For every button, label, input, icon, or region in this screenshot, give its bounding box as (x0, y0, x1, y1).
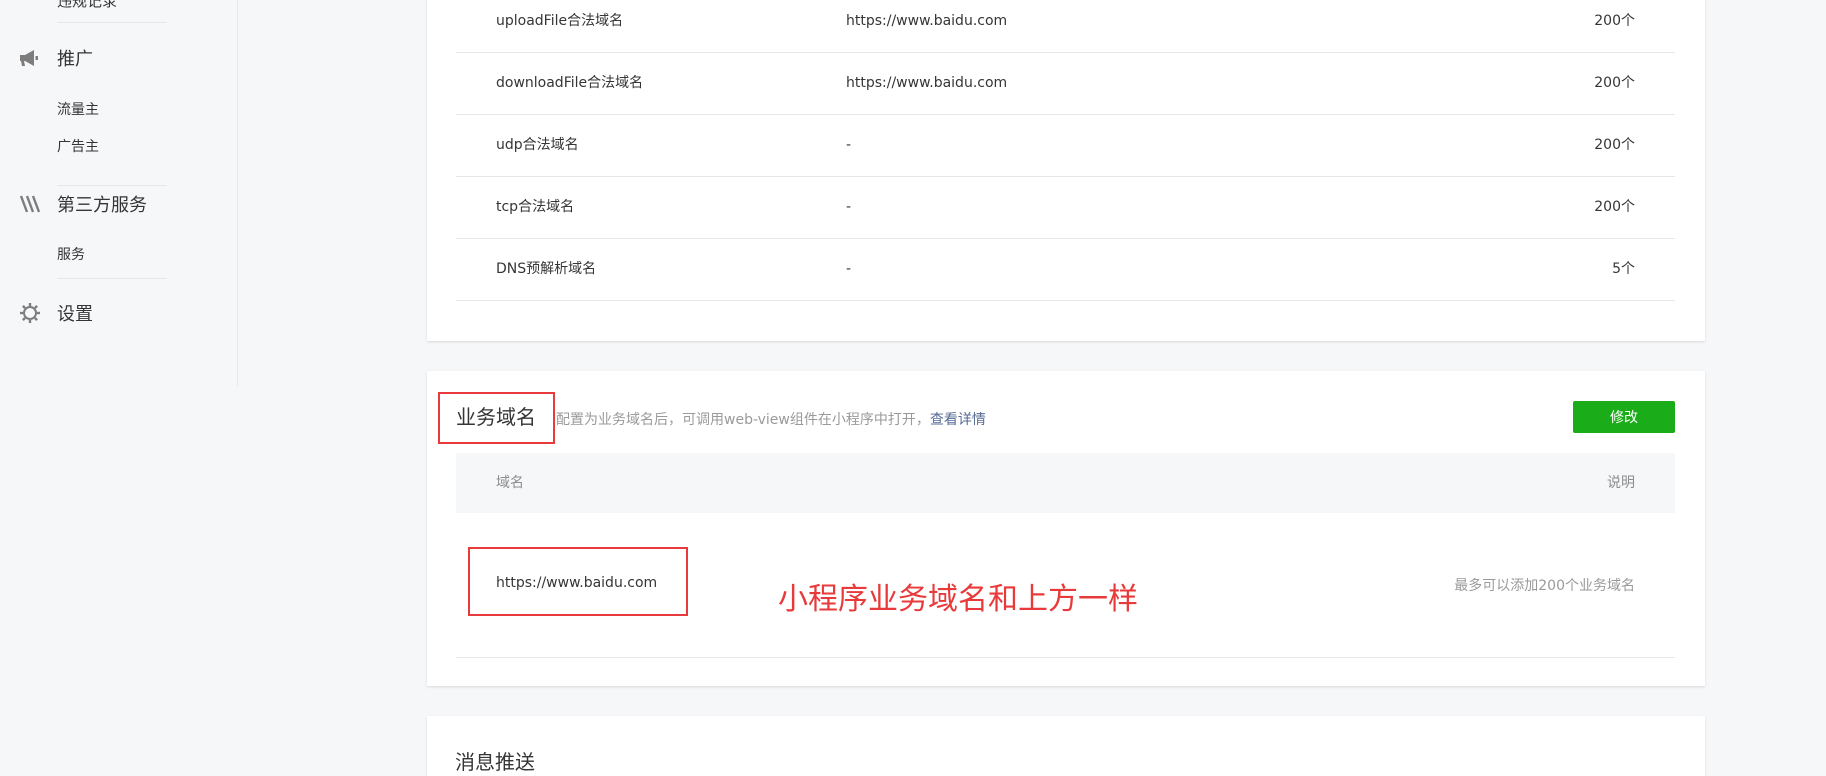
sidebar-group-promotion[interactable]: 推广 (18, 45, 93, 71)
view-details-link[interactable]: 查看详情 (930, 412, 986, 428)
table-row: uploadFile合法域名 https://www.baidu.com 200… (456, 0, 1675, 53)
column-header-domain: 域名 (496, 475, 524, 491)
domain-limit: 200个 (1594, 137, 1635, 153)
business-domain-note: 最多可以添加200个业务域名 (1454, 578, 1635, 594)
domain-limit: 200个 (1594, 75, 1635, 91)
message-push-card: 消息推送 (427, 716, 1705, 776)
business-domain-card: 业务域名 配置为业务域名后，可调用web-view组件在小程序中打开，查看详情 … (427, 371, 1705, 686)
server-domain-card: uploadFile合法域名 https://www.baidu.com 200… (427, 0, 1705, 341)
third-party-icon (18, 192, 42, 216)
domain-limit: 200个 (1594, 13, 1635, 29)
sidebar-group-settings[interactable]: 设置 (18, 300, 93, 326)
domain-type: downloadFile合法域名 (496, 75, 644, 91)
domain-limit: 5个 (1612, 261, 1635, 277)
sidebar-item-service[interactable]: 服务 (57, 244, 85, 264)
section-title: 消息推送 (455, 750, 535, 774)
domain-type: tcp合法域名 (496, 199, 575, 215)
sidebar: 违规记录 推广 流量主 广告主 第三方服务 服务 设置 (0, 0, 238, 386)
sidebar-divider (57, 185, 167, 186)
table-header: 域名 说明 (456, 453, 1675, 513)
sidebar-group-label: 设置 (57, 304, 93, 325)
annotation-box-title (438, 392, 555, 444)
annotation-text: 小程序业务域名和上方一样 (778, 582, 1138, 617)
sidebar-group-third-party[interactable]: 第三方服务 (18, 191, 147, 217)
table-row: downloadFile合法域名 https://www.baidu.com 2… (456, 52, 1675, 115)
domain-value: - (846, 261, 852, 277)
domain-value: https://www.baidu.com (846, 13, 1008, 29)
sidebar-divider (57, 278, 167, 279)
domain-type: uploadFile合法域名 (496, 13, 624, 29)
domain-value: - (846, 137, 852, 153)
gear-icon (18, 301, 42, 325)
sidebar-group-label: 第三方服务 (57, 195, 147, 216)
domain-type: DNS预解析域名 (496, 261, 597, 277)
domain-value: - (846, 199, 852, 215)
annotation-box-domain (468, 547, 688, 616)
domain-limit: 200个 (1594, 199, 1635, 215)
megaphone-icon (18, 46, 42, 70)
table-row: DNS预解析域名 - 5个 (456, 238, 1675, 301)
table-row: udp合法域名 - 200个 (456, 114, 1675, 177)
sidebar-item-traffic-owner[interactable]: 流量主 (57, 99, 99, 119)
column-header-note: 说明 (1607, 475, 1635, 491)
sidebar-divider (57, 22, 167, 23)
table-row: tcp合法域名 - 200个 (456, 176, 1675, 239)
sidebar-item-violation-records[interactable]: 违规记录 (57, 0, 117, 11)
sidebar-item-advertiser[interactable]: 广告主 (57, 136, 99, 156)
domain-value: https://www.baidu.com (846, 75, 1008, 91)
edit-button[interactable]: 修改 (1573, 401, 1675, 433)
sidebar-group-label: 推广 (57, 49, 93, 70)
section-description: 配置为业务域名后，可调用web-view组件在小程序中打开，查看详情 (556, 409, 986, 429)
description-text: 配置为业务域名后，可调用web-view组件在小程序中打开， (556, 412, 930, 428)
domain-type: udp合法域名 (496, 137, 579, 153)
